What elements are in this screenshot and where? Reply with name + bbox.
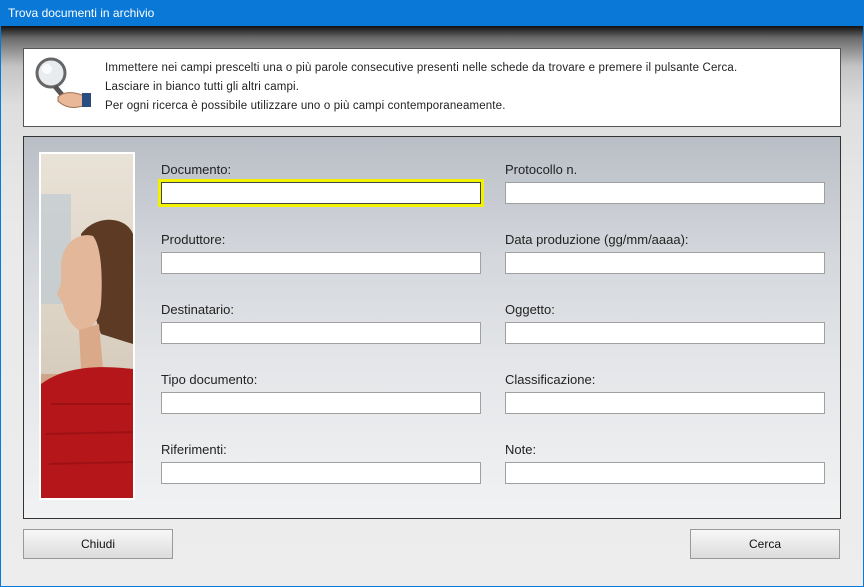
oggetto-label: Oggetto: <box>505 302 555 317</box>
decorative-photo <box>39 152 135 500</box>
data-produzione-field[interactable] <box>505 252 825 274</box>
riferimenti-field[interactable] <box>161 462 481 484</box>
search-button[interactable]: Cerca <box>690 529 840 559</box>
tipo-documento-field[interactable] <box>161 392 481 414</box>
magnifier-icon <box>35 57 91 108</box>
window-title: Trova documenti in archivio <box>8 6 155 20</box>
classificazione-label: Classificazione: <box>505 372 596 387</box>
produttore-label: Produttore: <box>161 232 226 247</box>
tipo-documento-label: Tipo documento: <box>161 372 258 387</box>
data-produzione-label: Data produzione (gg/mm/aaaa): <box>505 232 689 247</box>
riferimenti-label: Riferimenti: <box>161 442 227 457</box>
close-button[interactable]: Chiudi <box>23 529 173 559</box>
produttore-field[interactable] <box>161 252 481 274</box>
destinatario-label: Destinatario: <box>161 302 234 317</box>
note-field[interactable] <box>505 462 825 484</box>
instruction-line-3: Per ogni ricerca è possibile utilizzare … <box>105 100 506 112</box>
note-label: Note: <box>505 442 537 457</box>
instructions-panel: Immettere nei campi prescelti una o più … <box>23 48 841 127</box>
documento-field[interactable] <box>161 182 481 204</box>
protocollo-field[interactable] <box>505 182 825 204</box>
instruction-line-1: Immettere nei campi prescelti una o più … <box>105 62 738 74</box>
woman-portrait-image <box>41 154 133 498</box>
search-form: Documento: Protocollo n. Produttore: Dat… <box>23 136 841 519</box>
dialog-body: Immettere nei campi prescelti una o più … <box>1 26 863 586</box>
classificazione-field[interactable] <box>505 392 825 414</box>
instruction-line-2: Lasciare in bianco tutti gli altri campi… <box>105 81 300 93</box>
oggetto-field[interactable] <box>505 322 825 344</box>
documento-label: Documento: <box>161 162 232 177</box>
destinatario-field[interactable] <box>161 322 481 344</box>
protocollo-label: Protocollo n. <box>505 162 578 177</box>
title-bar: Trova documenti in archivio <box>0 0 864 26</box>
